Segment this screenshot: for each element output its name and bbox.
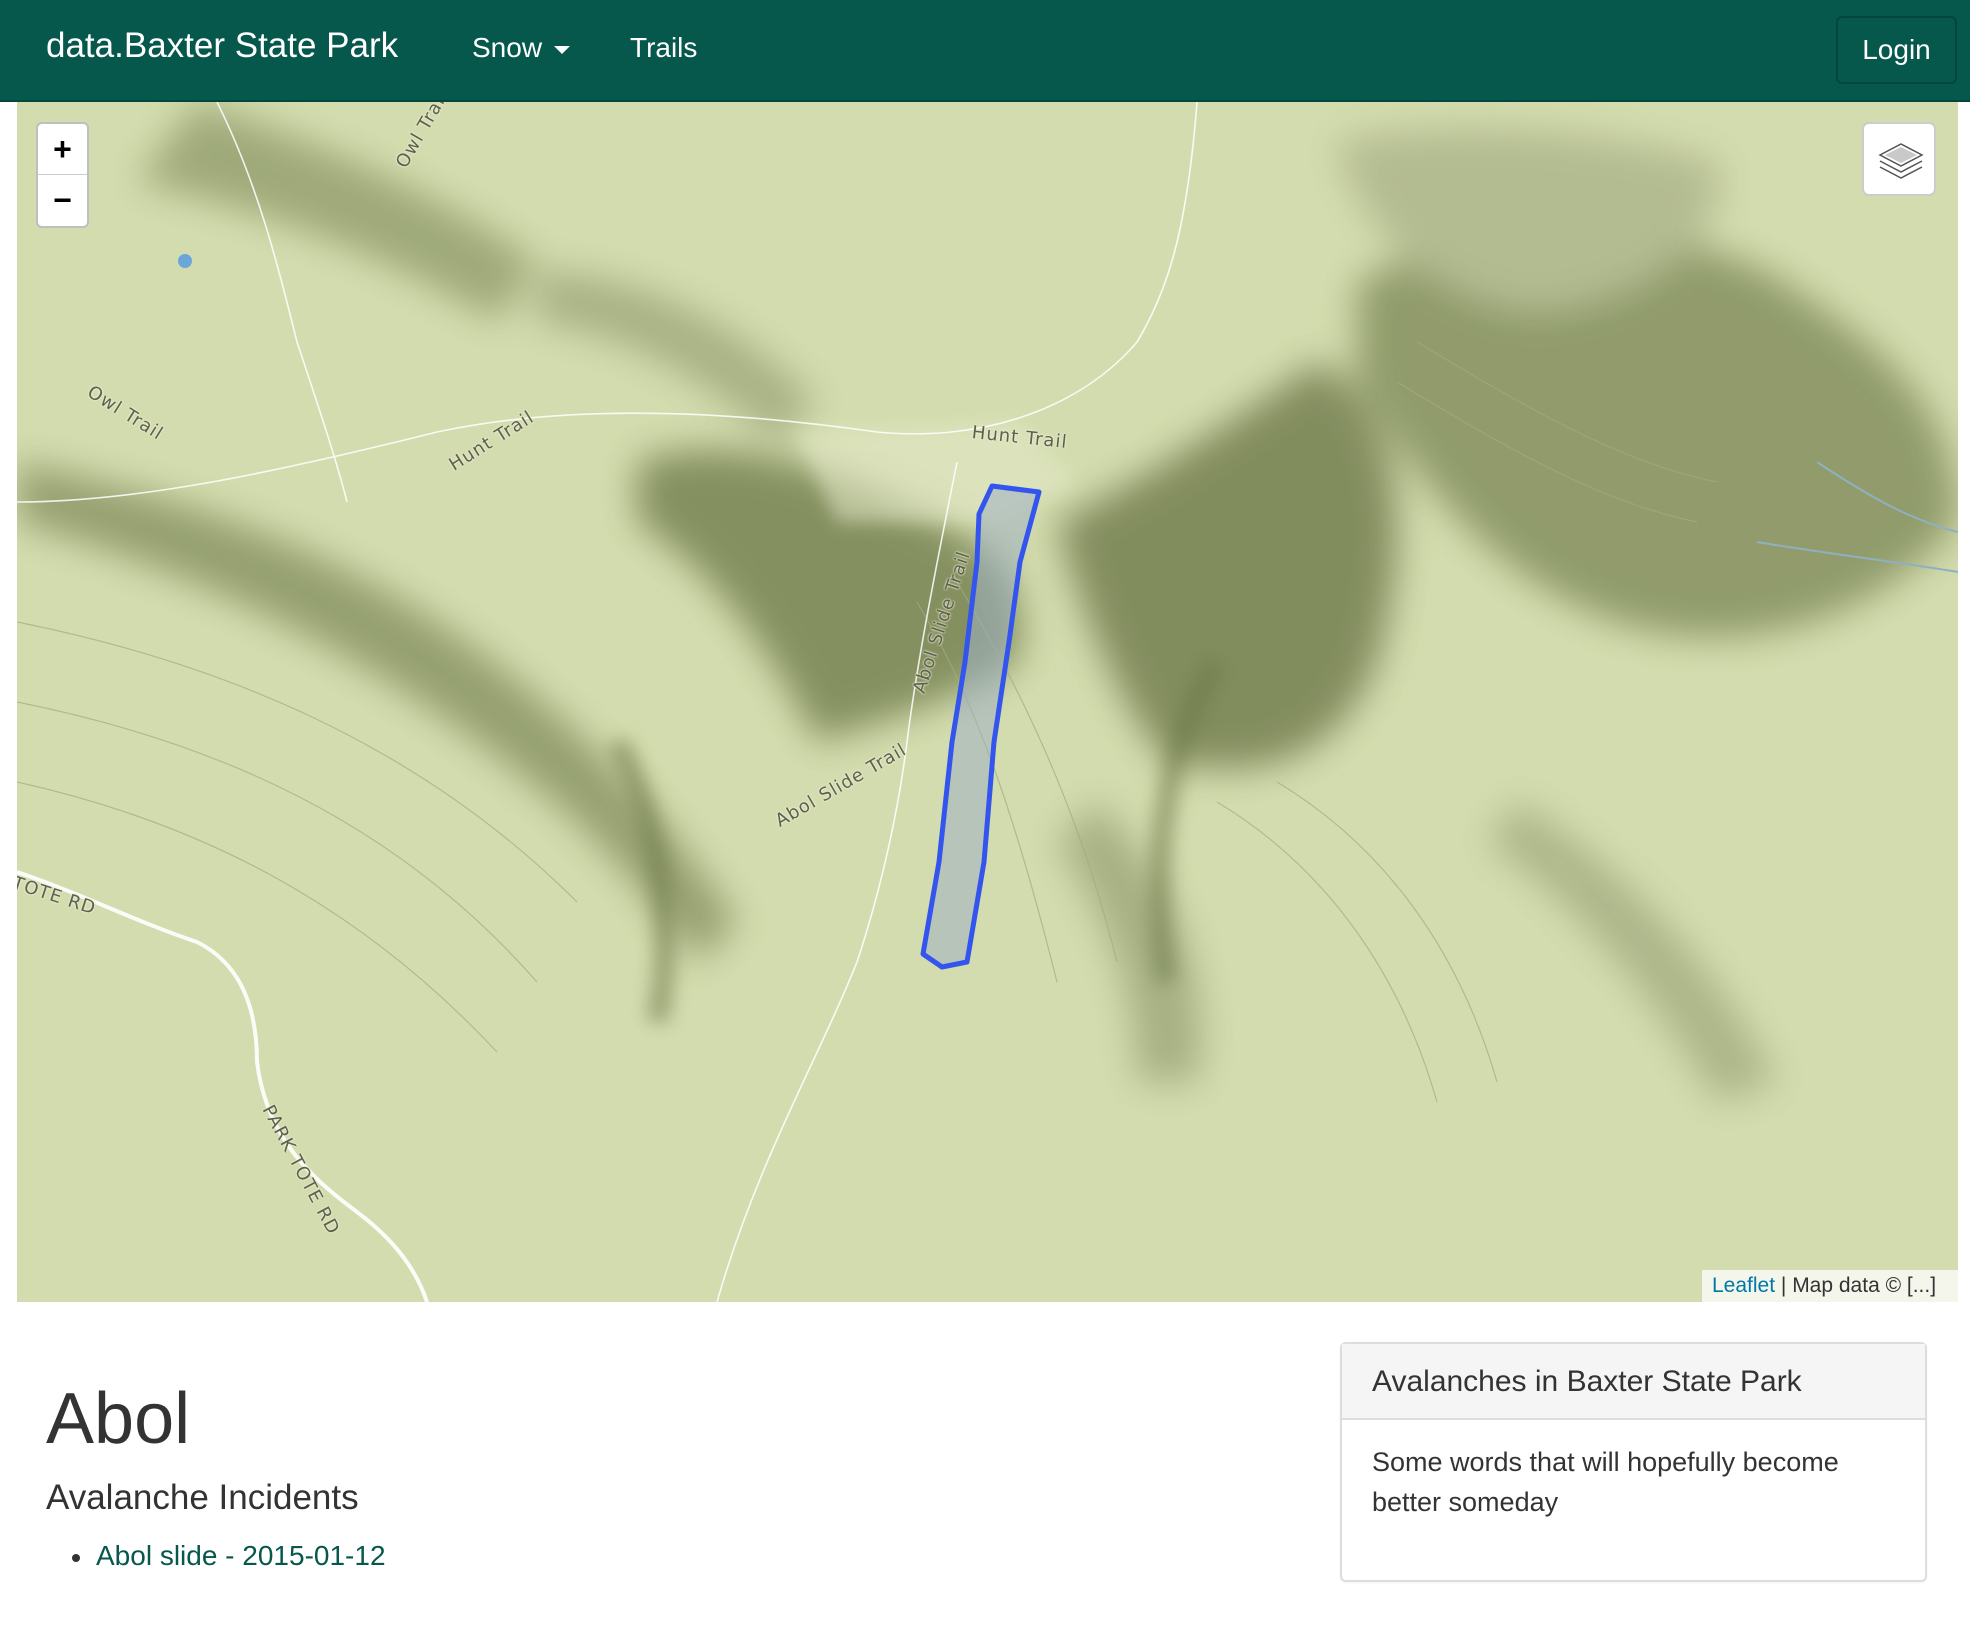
avalanche-incidents-heading: Avalanche Incidents [46,1478,359,1517]
map-attribution: Leaflet | Map data © [...] [1702,1270,1958,1302]
info-panel: Avalanches in Baxter State Park Some wor… [1340,1342,1927,1582]
page-title: Abol [46,1379,191,1459]
layers-icon [1878,143,1924,179]
layers-control-button[interactable] [1862,122,1936,196]
panel-body: Some words that will hopefully become be… [1372,1447,1839,1517]
nav-snow-label: Snow [472,32,543,63]
incident-list: Abol slide - 2015-01-12 [72,1540,386,1572]
incident-link[interactable]: Abol slide - 2015-01-12 [96,1540,386,1571]
nav-snow-dropdown[interactable]: Snow [472,32,571,64]
zoom-in-button[interactable]: + [38,124,87,175]
zoom-out-button[interactable]: − [38,175,87,226]
login-button[interactable]: Login [1836,16,1957,84]
top-navbar: data.Baxter State Park Snow Trails Login [0,0,1970,102]
attribution-text: Map data © [...] [1792,1274,1937,1297]
map[interactable]: Owl Trail Owl Trail Hunt Trail Hunt Trai… [17,102,1958,1302]
list-item: Abol slide - 2015-01-12 [72,1540,386,1572]
terrain-tiles [17,102,1958,1302]
nav-trails-link[interactable]: Trails [630,32,697,64]
leaflet-link[interactable]: Leaflet [1712,1274,1775,1297]
brand-link[interactable]: data.Baxter State Park [46,26,398,66]
zoom-control: + − [36,122,89,228]
attribution-separator: | [1775,1274,1793,1297]
panel-heading: Avalanches in Baxter State Park [1342,1344,1925,1420]
caret-down-icon [554,45,571,54]
